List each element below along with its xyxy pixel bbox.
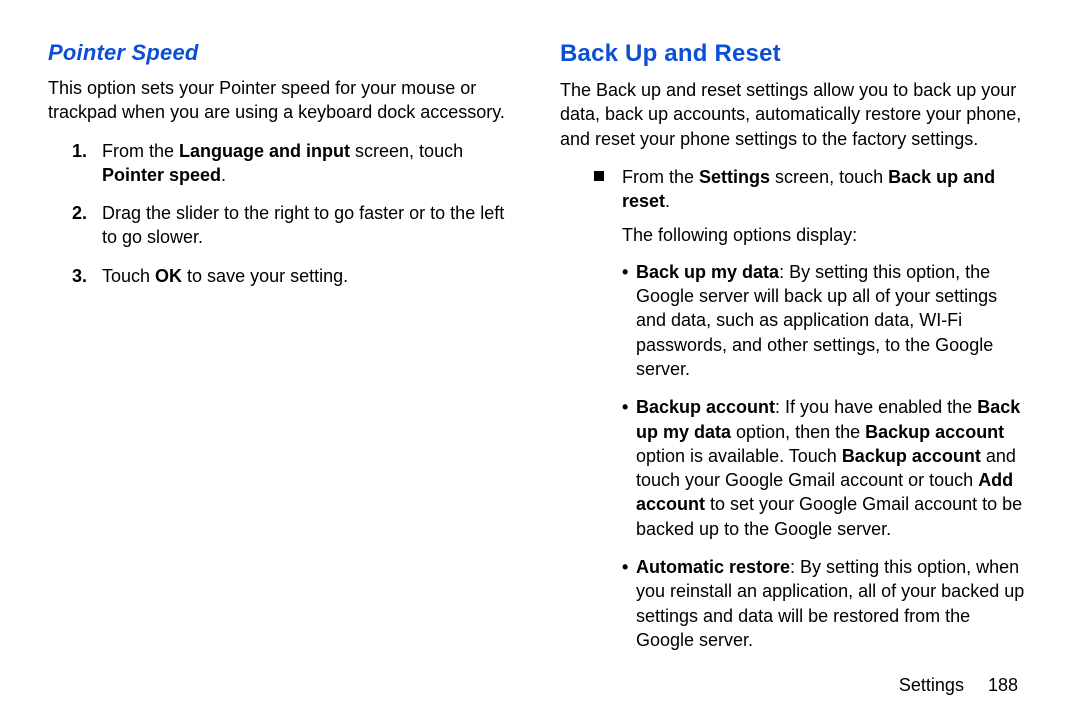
opt2-label: Backup account [636,397,775,417]
step-2: Drag the slider to the right to go faste… [102,201,520,250]
intro-pointer-speed: This option sets your Pointer speed for … [48,76,520,125]
from-bold1: Settings [699,167,770,187]
opt2-p1: : If you have enabled the [775,397,977,417]
option-backup-my-data: Back up my data: By setting this option,… [622,260,1032,381]
page-footer: Settings 188 [899,675,1018,696]
from-text2: screen, touch [770,167,888,187]
step-3: Touch OK to save your setting. [102,264,520,288]
opt2-p3: option is available. Touch [636,446,842,466]
step-2-text: Drag the slider to the right to go faste… [102,203,504,247]
heading-backup-reset: Back Up and Reset [560,40,1032,68]
step-3-bold: OK [155,266,182,286]
square-bullet-icon [594,171,604,181]
from-text1: From the [622,167,699,187]
step-1-text2: screen, touch [350,141,463,161]
footer-page-number: 188 [988,675,1018,695]
step-1: From the Language and input screen, touc… [102,139,520,188]
from-settings-line: From the Settings screen, touch Back up … [622,165,1032,214]
from-text3: . [665,191,670,211]
heading-pointer-speed: Pointer Speed [48,40,520,66]
step-1-text1: From the [102,141,179,161]
intro-backup-reset: The Back up and reset settings allow you… [560,78,1032,151]
square-bullet-row: From the Settings screen, touch Back up … [560,165,1032,214]
left-column: Pointer Speed This option sets your Poin… [48,40,520,700]
step-1-bold1: Language and input [179,141,350,161]
step-1-text3: . [221,165,226,185]
options-list: Back up my data: By setting this option,… [560,260,1032,652]
step-1-bold2: Pointer speed [102,165,221,185]
option-backup-account: Backup account: If you have enabled the … [622,395,1032,541]
right-column: Back Up and Reset The Back up and reset … [560,40,1032,700]
opt2-bold-c: Backup account [842,446,981,466]
step-3-text1: Touch [102,266,155,286]
page: Pointer Speed This option sets your Poin… [0,0,1080,720]
option-automatic-restore: Automatic restore: By setting this optio… [622,555,1032,652]
following-options-label: The following options display: [560,223,1032,247]
opt1-label: Back up my data [636,262,779,282]
opt2-p2: option, then the [731,422,865,442]
steps-list: From the Language and input screen, touc… [48,139,520,288]
opt3-label: Automatic restore [636,557,790,577]
footer-section: Settings [899,675,964,695]
step-3-text2: to save your setting. [182,266,348,286]
opt2-bold-b: Backup account [865,422,1004,442]
